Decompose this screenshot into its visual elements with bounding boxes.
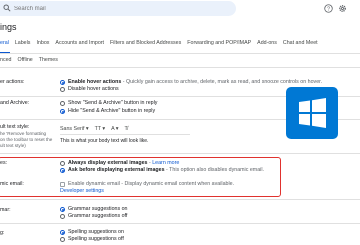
spelling-off-option[interactable]: Spelling suggestions off [68, 236, 124, 243]
text-style-preview: This is what your body text will look li… [60, 138, 149, 144]
top-bar: ? [0, 0, 360, 19]
settings-subtabs: nced Offline Themes [0, 57, 64, 63]
remove-formatting-icon[interactable]: T̸ [124, 126, 127, 132]
font-family-select[interactable]: Sans Serif ▾ [60, 126, 89, 132]
tab-offline[interactable]: Offline [18, 57, 33, 63]
spelling-on-option[interactable]: Spelling suggestions on [68, 229, 124, 236]
divider [0, 223, 360, 224]
divider [0, 199, 360, 200]
page-title: ings [0, 22, 17, 32]
search-icon[interactable] [3, 4, 11, 12]
divider [0, 53, 360, 54]
text-color-icon[interactable]: A ▾ [111, 126, 118, 132]
tab-filters[interactable]: Filters and Blocked Addresses [110, 40, 181, 52]
hover-enable-option[interactable]: Enable hover actions - Quickly gain acce… [68, 79, 322, 86]
tab-themes[interactable]: Themes [39, 57, 58, 63]
svg-text:?: ? [327, 6, 330, 12]
hover-disable-radio[interactable] [60, 87, 65, 92]
tab-forwarding[interactable]: Forwarding and POP/IMAP [187, 40, 251, 52]
settings-tabs: eral Labels Inbox Accounts and Import Fi… [0, 40, 324, 52]
search-input[interactable] [14, 3, 184, 14]
hover-disable-option[interactable]: Disable hover actions [68, 86, 119, 93]
tab-addons[interactable]: Add-ons [257, 40, 277, 52]
tab-labels[interactable]: Labels [15, 40, 31, 52]
text-style-label: ult text style: [0, 124, 30, 130]
hover-enable-radio[interactable] [60, 80, 65, 85]
grammar-on-radio[interactable] [60, 207, 65, 212]
spelling-off-radio[interactable] [60, 237, 65, 242]
text-style-help: ult text style) [0, 143, 26, 148]
tab-general[interactable]: eral [0, 40, 9, 52]
font-size-icon[interactable]: TT ▾ [95, 126, 106, 132]
send-archive-hide-radio[interactable] [60, 109, 65, 114]
windows-logo-icon [299, 98, 326, 128]
send-archive-label: and Archive: [0, 100, 30, 106]
send-archive-show-radio[interactable] [60, 101, 65, 106]
search-bar[interactable] [0, 1, 236, 16]
spelling-label: g: [0, 230, 5, 236]
tab-accounts[interactable]: Accounts and Import [55, 40, 104, 52]
tab-inbox[interactable]: Inbox [36, 40, 49, 52]
windows-logo [286, 87, 338, 139]
grammar-label: mar: [0, 207, 11, 213]
help-icon[interactable]: ? [324, 4, 333, 13]
font-toolbar: Sans Serif ▾ TT ▾ A ▾ T̸ [60, 124, 190, 135]
gear-icon[interactable] [338, 4, 347, 13]
spelling-on-radio[interactable] [60, 230, 65, 235]
send-archive-hide-option[interactable]: Hide "Send & Archive" button in reply [68, 108, 155, 115]
tab-advanced[interactable]: nced [0, 57, 12, 63]
hover-actions-label: er actions: [0, 79, 25, 85]
grammar-off-option[interactable]: Grammar suggestions off [68, 213, 127, 220]
send-archive-show-option[interactable]: Show "Send & Archive" button in reply [68, 100, 157, 107]
divider [0, 67, 360, 68]
tab-chat-meet[interactable]: Chat and Meet [283, 40, 318, 52]
grammar-on-option[interactable]: Grammar suggestions on [68, 206, 127, 213]
grammar-off-radio[interactable] [60, 214, 65, 219]
divider [0, 153, 360, 154]
highlight-box [0, 157, 281, 197]
